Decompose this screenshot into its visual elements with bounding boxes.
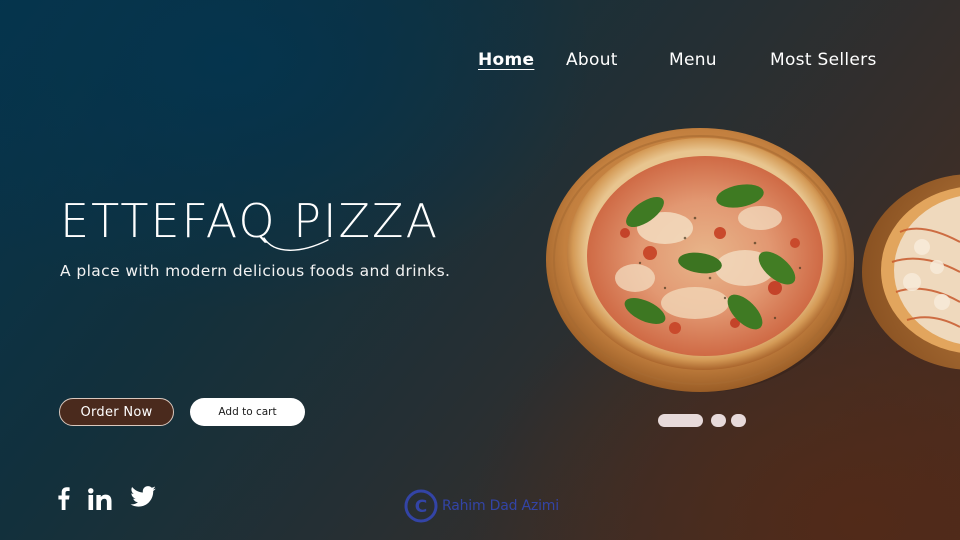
top-nav: Home About Menu Most Sellers <box>0 50 960 76</box>
nav-home[interactable]: Home <box>478 50 534 70</box>
hero-page: Home About Menu Most Sellers ETTEFAQ PIZ… <box>0 0 960 540</box>
copyright-symbol: C <box>415 497 427 517</box>
hero-subtitle: A place with modern delicious foods and … <box>60 262 451 280</box>
twitter-icon[interactable] <box>130 486 156 508</box>
carousel-dot[interactable] <box>711 414 726 427</box>
carousel-dot-active[interactable] <box>658 414 703 427</box>
side-pizza-image <box>862 174 960 370</box>
watermark-text: Rahim Dad Azimi <box>442 498 559 514</box>
nav-about[interactable]: About <box>566 50 618 70</box>
hero-title: ETTEFAQ PIZZA <box>60 194 440 248</box>
nav-menu[interactable]: Menu <box>669 50 717 70</box>
linkedin-icon[interactable] <box>88 488 112 510</box>
pizza-image <box>546 128 855 392</box>
facebook-icon[interactable] <box>55 486 71 510</box>
copyright-icon: C <box>404 489 438 523</box>
add-to-cart-button[interactable]: Add to cart <box>190 398 305 426</box>
title-swash-decoration <box>263 237 329 251</box>
order-now-button[interactable]: Order Now <box>59 398 174 426</box>
nav-most-sellers[interactable]: Most Sellers <box>770 50 877 70</box>
carousel-dot[interactable] <box>731 414 746 427</box>
